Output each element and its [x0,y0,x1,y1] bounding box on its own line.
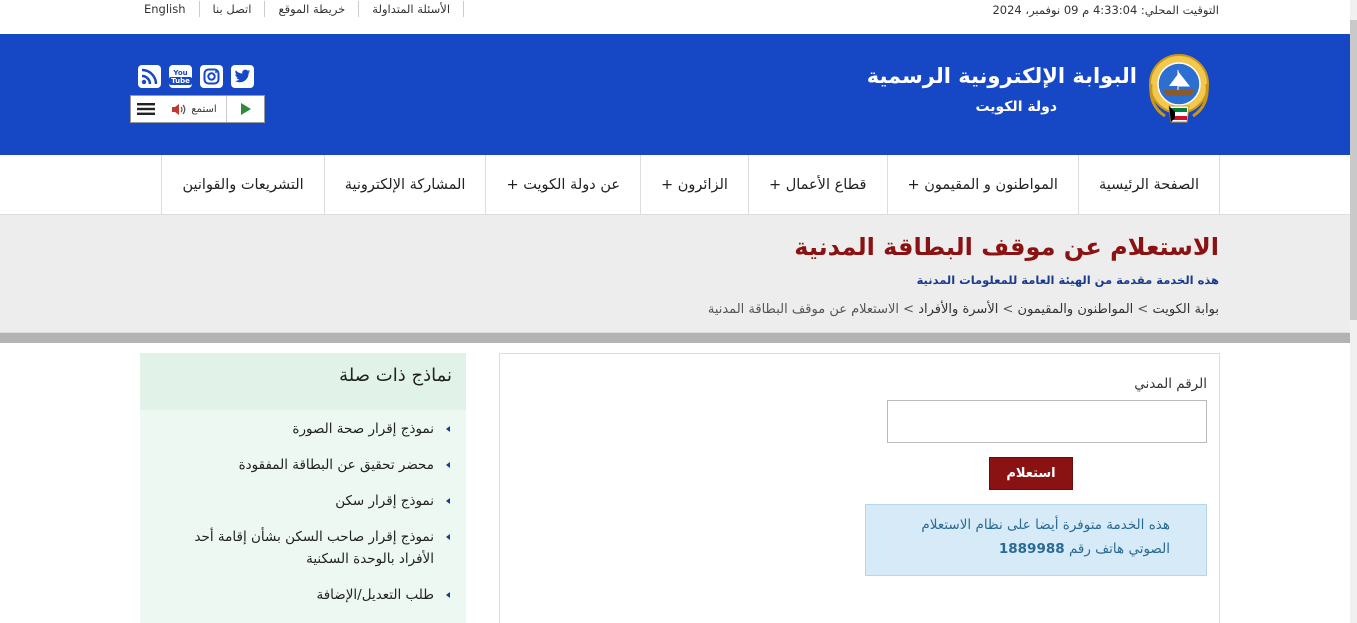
english-link[interactable]: English [138,1,200,17]
main-content: الرقم المدني استعلام هذه الخدمة متوفرة أ… [0,353,1357,623]
related-form-link[interactable]: نموذج إقرار صاحب السكن بشأن إقامة أحد ال… [160,526,450,570]
site-header: البوابة الإلكترونية الرسمية دولة الكويت … [0,34,1357,155]
voice-service-notice: هذه الخدمة متوفرة أيضا على نظام الاستعلا… [865,504,1207,576]
rss-icon[interactable] [138,65,161,88]
inquiry-button[interactable]: استعلام [989,457,1073,490]
related-form-link[interactable]: نموذج إقرار سكن [160,490,450,512]
speaker-icon [172,103,186,115]
nav-legislation[interactable]: التشريعات والقوانين [161,155,323,215]
play-icon [240,103,251,115]
breadcrumb-separator: > [1002,302,1014,317]
main-nav: الصفحة الرئيسية المواطنون و المقيمون + ق… [0,155,1357,215]
breadcrumb-current: الاستعلام عن موقف البطاقة المدنية [707,302,900,317]
local-time: التوقيت المحلي: 4:33:04 م 09 نوفمبر، 202… [992,3,1219,17]
related-form-link[interactable]: طلب التعديل/الإضافة [160,584,450,606]
contact-us-link[interactable]: اتصل بنا [200,1,266,17]
divider-band [0,333,1357,343]
breadcrumb-separator: > [1137,302,1149,317]
breadcrumb: بوابة الكويت > المواطنون والمقيمون > الأ… [708,302,1219,317]
sitemap-link[interactable]: خريطة الموقع [265,1,360,17]
breadcrumb-home[interactable]: بوابة الكويت [1152,302,1219,317]
instagram-icon[interactable] [200,65,223,88]
play-button[interactable] [227,103,264,115]
nav-e-participation[interactable]: المشاركة الإلكترونية [323,155,486,215]
related-form-link[interactable]: محضر تحقيق عن البطاقة المفقودة [160,454,450,476]
site-subtitle: دولة الكويت [975,99,1057,115]
social-links: You Tube [138,65,254,88]
service-provider: هذه الخدمة مقدمة من الهيئة العامة للمعلو… [916,273,1219,287]
nav-about-kuwait[interactable]: عن دولة الكويت + [485,155,640,215]
top-links: English اتصل بنا خريطة الموقع الأسئلة ال… [138,1,465,17]
youtube-text-top: You [173,68,188,77]
kuwait-emblem-icon[interactable] [1147,50,1211,126]
scrollbar-thumb[interactable] [1350,20,1357,320]
civil-id-label: الرقم المدني [1134,376,1207,392]
nav-home[interactable]: الصفحة الرئيسية [1077,155,1220,215]
civil-id-input[interactable] [887,400,1207,443]
listen-menu-icon[interactable] [131,96,161,122]
youtube-text-bottom: Tube [169,76,192,85]
page-scrollbar[interactable] [1350,0,1357,623]
twitter-icon[interactable] [231,65,254,88]
breadcrumb-family[interactable]: الأسرة والأفراد [918,302,998,317]
related-forms-heading: نماذج ذات صلة [140,353,466,410]
youtube-icon[interactable]: You Tube [169,65,192,88]
related-forms-panel: نماذج ذات صلة نموذج إقرار صحة الصورة محض… [140,353,466,623]
civil-id-form: الرقم المدني استعلام هذه الخدمة متوفرة أ… [499,353,1220,623]
nav-business[interactable]: قطاع الأعمال + [747,155,887,215]
page-heading: الاستعلام عن موقف البطاقة المدنية هذه ال… [0,215,1357,333]
listen-button[interactable]: استمع [161,96,227,122]
top-bar: التوقيت المحلي: 4:33:04 م 09 نوفمبر، 202… [0,0,1357,34]
listen-widget: استمع [130,95,265,123]
nav-citizens-residents[interactable]: المواطنون و المقيمون + [886,155,1078,215]
site-title[interactable]: البوابة الإلكترونية الرسمية [867,64,1137,88]
voice-service-number: 1889988 [998,541,1065,557]
breadcrumb-citizens[interactable]: المواطنون والمقيمون [1018,302,1134,317]
faq-link[interactable]: الأسئلة المتداولة [359,1,465,17]
nav-visitors[interactable]: الزائرون + [640,155,748,215]
related-form-link[interactable]: نموذج إقرار صحة الصورة [160,418,450,440]
page-title: الاستعلام عن موقف البطاقة المدنية [794,233,1219,261]
listen-label: استمع [191,103,217,115]
breadcrumb-separator: > [903,302,915,317]
